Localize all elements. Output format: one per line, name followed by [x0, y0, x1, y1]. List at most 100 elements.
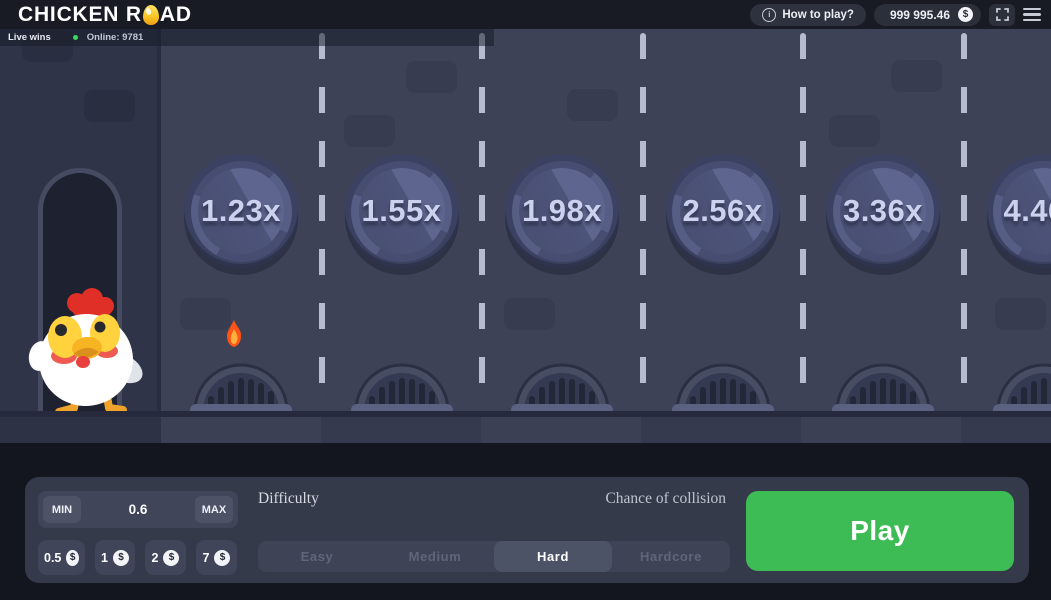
road-edge	[157, 29, 161, 417]
road-patch	[84, 90, 135, 122]
flame-icon	[222, 320, 246, 350]
difficulty-selector: EasyMediumHardHardcore	[258, 541, 730, 572]
sewer-grate	[826, 339, 940, 419]
curb-block	[641, 417, 801, 443]
game-board: Live wins Online: 9781 1.23x 1.55x 1.98x…	[0, 29, 1051, 443]
road-patch	[567, 89, 618, 121]
sewer-grate	[184, 339, 298, 419]
online-dot	[73, 35, 78, 40]
info-icon: i	[762, 8, 776, 22]
bet-chip-0.5[interactable]: 0.5 $	[38, 540, 85, 575]
lane-divider	[479, 33, 485, 415]
manhole-ring: 1.55x	[351, 161, 452, 262]
multiplier-value: 4.46x	[1003, 193, 1051, 229]
sewer-grate	[505, 339, 619, 419]
egg-icon	[143, 5, 159, 25]
road-patch	[344, 115, 395, 147]
chance-of-collision-label: Chance of collision	[585, 490, 726, 508]
difficulty-option-hardcore[interactable]: Hardcore	[612, 541, 730, 572]
live-wins-label: Live wins	[8, 32, 51, 43]
chip-amount: 0.5	[44, 551, 61, 565]
top-bar: CHICKEN R AD i How to play? 999 995.46 $	[0, 0, 1051, 29]
chip-amount: 1	[101, 551, 108, 565]
app-logo: CHICKEN R AD	[18, 4, 192, 25]
multiplier-manhole: 1.98x	[505, 154, 619, 268]
manhole-ring: 1.23x	[191, 161, 292, 262]
bet-amount-value[interactable]: 0.6	[129, 502, 148, 517]
curb-block	[161, 417, 321, 443]
multiplier-manhole: 3.36x	[826, 154, 940, 268]
road-patch	[504, 298, 555, 330]
coin-icon: $	[113, 550, 129, 566]
multiplier-value: 1.23x	[201, 193, 281, 229]
coin-icon: $	[163, 550, 179, 566]
manhole-ring: 2.56x	[672, 161, 773, 262]
manhole-ring: 4.46x	[993, 161, 1051, 262]
sewer-grate	[987, 339, 1051, 419]
lane-divider	[319, 33, 325, 415]
manhole-disc: 2.56x	[680, 168, 766, 254]
coin-icon: $	[66, 550, 79, 566]
max-bet-button[interactable]: MAX	[195, 496, 233, 523]
quick-bet-chips: 0.5 $1 $2 $7 $	[38, 540, 237, 575]
chicken-character	[26, 288, 144, 420]
multiplier-value: 3.36x	[843, 193, 923, 229]
menu-icon[interactable]	[1023, 8, 1041, 22]
curb-block	[801, 417, 961, 443]
difficulty-option-hard[interactable]: Hard	[494, 541, 612, 572]
curb-block	[961, 417, 1051, 443]
balance-display[interactable]: 999 995.46 $	[874, 4, 981, 26]
how-to-play-button[interactable]: i How to play?	[750, 4, 866, 26]
bet-control-panel: MIN 0.6 MAX 0.5 $1 $2 $7 $ Difficulty Ch…	[25, 477, 1029, 583]
how-to-play-label: How to play?	[782, 9, 854, 21]
min-bet-button[interactable]: MIN	[43, 496, 81, 523]
manhole-disc: 1.23x	[198, 168, 284, 254]
balance-amount: 999 995.46	[890, 8, 950, 22]
online-count: Online: 9781	[87, 32, 144, 43]
coin-icon: $	[214, 550, 230, 566]
road-patch	[995, 298, 1046, 330]
multiplier-manhole: 1.55x	[345, 154, 459, 268]
curb-block	[0, 417, 161, 443]
live-wins-bar: Live wins Online: 9781	[0, 29, 494, 46]
multiplier-manhole: 4.46x	[987, 154, 1051, 268]
coin-icon: $	[958, 7, 973, 22]
fullscreen-icon	[996, 8, 1009, 21]
bet-chip-1[interactable]: 1 $	[95, 540, 135, 575]
header-actions: i How to play? 999 995.46 $	[750, 4, 1041, 26]
manhole-ring: 3.36x	[833, 161, 934, 262]
difficulty-option-medium[interactable]: Medium	[376, 541, 494, 572]
logo-text-right: AD	[160, 4, 192, 25]
lane-divider	[640, 33, 646, 415]
manhole-disc: 3.36x	[840, 168, 926, 254]
lane-divider	[800, 33, 806, 415]
multiplier-manhole: 1.23x	[184, 154, 298, 268]
road-patch	[829, 115, 880, 147]
chip-amount: 7	[203, 551, 210, 565]
manhole-disc: 4.46x	[1001, 168, 1051, 254]
bet-amount-stepper: MIN 0.6 MAX	[38, 491, 238, 528]
multiplier-value: 1.55x	[361, 193, 441, 229]
lane-divider	[961, 33, 967, 415]
manhole-ring: 1.98x	[512, 161, 613, 262]
sewer-grate	[666, 339, 780, 419]
multiplier-value: 1.98x	[522, 193, 602, 229]
sewer-grate	[345, 339, 459, 419]
curb-block	[321, 417, 481, 443]
difficulty-label: Difficulty	[258, 490, 319, 508]
curb-strip	[0, 417, 1051, 443]
manhole-disc: 1.55x	[359, 168, 445, 254]
difficulty-option-easy[interactable]: Easy	[258, 541, 376, 572]
bet-chip-7[interactable]: 7 $	[196, 540, 237, 575]
logo-text-left: CHICKEN R	[18, 4, 142, 25]
multiplier-value: 2.56x	[682, 193, 762, 229]
fullscreen-button[interactable]	[989, 4, 1015, 26]
play-button[interactable]: Play	[746, 491, 1014, 571]
manhole-disc: 1.98x	[519, 168, 605, 254]
road-patch	[891, 60, 942, 92]
multiplier-manhole: 2.56x	[666, 154, 780, 268]
curb-block	[481, 417, 641, 443]
road-patch	[406, 61, 457, 93]
chip-amount: 2	[152, 551, 159, 565]
bet-chip-2[interactable]: 2 $	[145, 540, 186, 575]
